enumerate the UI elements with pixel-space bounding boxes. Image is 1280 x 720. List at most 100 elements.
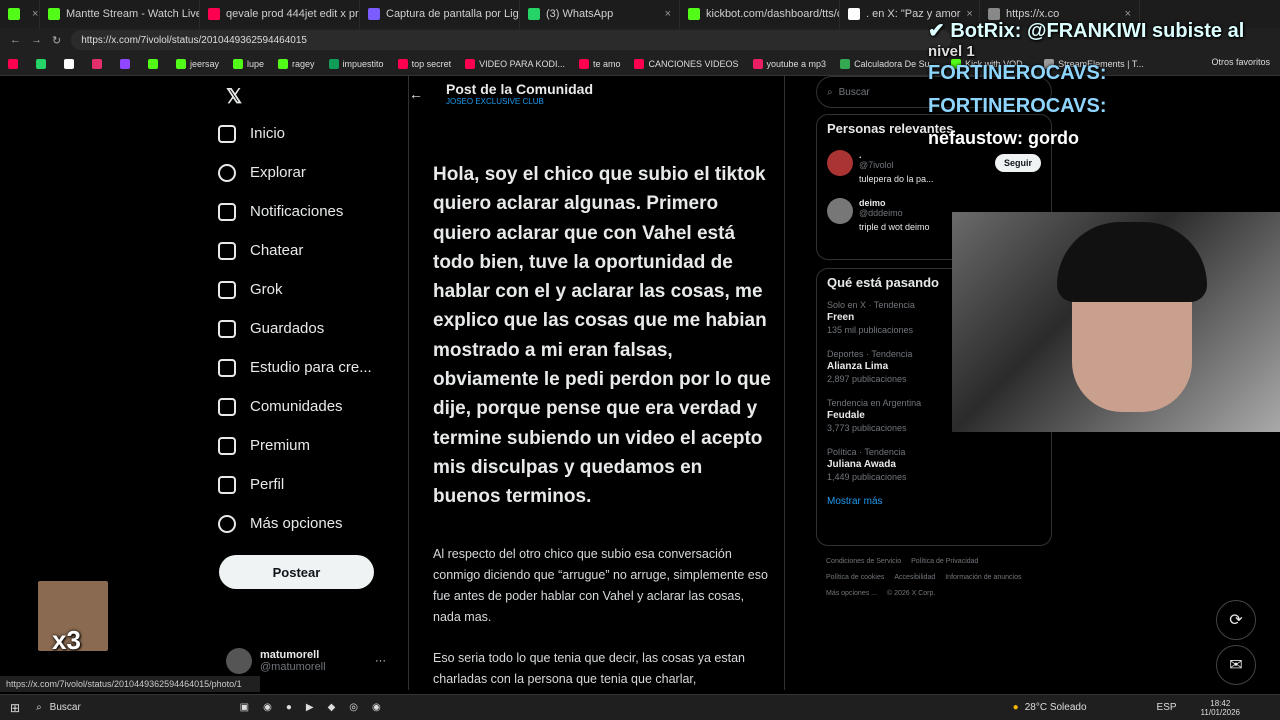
botrix-text: BotRix: @FRANKIWI subiste al: [950, 20, 1245, 42]
trend-item[interactable]: Política · Tendencia Juliana Awada 1,449 p…: [827, 447, 1041, 482]
browser-tab[interactable]: (3) WhatsApp ×: [520, 0, 680, 28]
nav-item[interactable]: Explorar: [218, 153, 398, 192]
footer-link[interactable]: Accesibilidad: [894, 570, 935, 586]
tab-favicon-icon: [848, 8, 860, 20]
x-logo-icon[interactable]: 𝕏: [226, 84, 242, 109]
bookmark-item[interactable]: CANCIONES VIDEOS: [634, 58, 739, 69]
bookmark-item[interactable]: jeersay: [176, 58, 219, 69]
nav-item[interactable]: Chatear: [218, 231, 398, 270]
grok-icon: [218, 280, 236, 299]
post-button[interactable]: Postear: [219, 555, 374, 589]
taskbar: ⊞ ⌕ Buscar ▣◉●▶◆◎◉ ● 28°C Soleado ESP 18…: [0, 694, 1280, 720]
nav-item[interactable]: Guardados: [218, 309, 398, 348]
taskbar-search[interactable]: Buscar: [50, 702, 190, 713]
nav-item[interactable]: Estudio para cre...: [218, 348, 398, 387]
clock-date: 11/01/2026: [1200, 707, 1240, 717]
bookmark-icon: [328, 58, 339, 69]
search-input[interactable]: Buscar: [839, 87, 870, 98]
url-field[interactable]: https://x.com/7ivolol/status/20104493625…: [71, 30, 952, 50]
weather-icon: ●: [1012, 702, 1019, 713]
meme-image: x3: [38, 581, 108, 655]
nav-item[interactable]: Inicio: [218, 114, 398, 153]
messages-fab-icon[interactable]: ✉: [1216, 645, 1256, 685]
bookmark-item[interactable]: ragey: [278, 58, 315, 69]
person-name: deimo: [859, 198, 886, 208]
account-switcher[interactable]: matumorell @matumorell ···: [226, 646, 386, 676]
taskbar-apps-icon[interactable]: ▣◉●▶◆◎◉: [240, 702, 395, 713]
nav-item[interactable]: Más opciones: [218, 504, 398, 543]
forward-icon[interactable]: →: [31, 34, 42, 46]
browser-tab[interactable]: Mantte Stream - Watch Live o×: [40, 0, 200, 28]
page-title: Post de la Comunidad: [446, 81, 594, 97]
show-more-link[interactable]: Mostrar más: [827, 496, 1041, 507]
back-arrow-icon[interactable]: ←: [409, 86, 423, 102]
post-column: ← Post de la Comunidad JOSEO EXCLUSIVE C…: [408, 76, 785, 690]
home-icon: [218, 124, 236, 143]
nav-item[interactable]: Notificaciones: [218, 192, 398, 231]
nav-item-label: Notificaciones: [250, 203, 344, 220]
bookmark-icon: [578, 58, 589, 69]
bookmark-icon: [176, 58, 186, 69]
bookmark-item[interactable]: youtube a mp3: [752, 58, 826, 69]
nav-item-label: Guardados: [250, 320, 325, 337]
footer-link[interactable]: Más opciones ...: [826, 586, 877, 602]
profile-name: matumorell: [260, 649, 320, 661]
bookmark-icon: [465, 58, 476, 69]
bookmark-item[interactable]: [148, 58, 162, 69]
clock[interactable]: 18:42 11/01/2026: [1201, 699, 1240, 717]
nav-item[interactable]: Grok: [218, 270, 398, 309]
bookmark-label: lupe: [247, 58, 265, 69]
grok-fab-icon[interactable]: ⟳: [1216, 600, 1256, 640]
bookmark-item[interactable]: Calculadora De Su...: [840, 58, 937, 69]
follow-button[interactable]: Seguir: [995, 154, 1042, 172]
notifications-icon: [218, 202, 236, 221]
tab-close-icon[interactable]: ×: [665, 8, 671, 20]
nav-item[interactable]: Comunidades: [218, 387, 398, 426]
reload-icon[interactable]: ↻: [52, 34, 61, 47]
bookmark-icon: [8, 58, 18, 69]
back-icon[interactable]: ←: [10, 34, 21, 46]
bookmark-item[interactable]: te amo: [578, 58, 620, 69]
tab-favicon-icon: [368, 8, 380, 20]
post-text-1: Al respecto del otro chico que subio esa…: [433, 547, 768, 624]
bookmark-icon: [120, 58, 130, 69]
browser-tab[interactable]: kickbot.com/dashboard/tts/comm×: [680, 0, 840, 28]
bookmark-icon: [36, 58, 46, 69]
bookmark-item[interactable]: [8, 58, 22, 69]
post-image-text[interactable]: Hola, soy el chico que subio el tiktok q…: [433, 160, 773, 512]
bookmark-item[interactable]: [36, 58, 50, 69]
nav-item-label: Chatear: [250, 242, 304, 259]
bookmark-item[interactable]: top secret: [397, 58, 451, 69]
footer-link[interactable]: Información de anuncios: [945, 570, 1021, 586]
footer-link: © 2026 X Corp.: [886, 590, 936, 597]
bookmark-item[interactable]: [64, 58, 78, 69]
footer-link[interactable]: Condiciones de Servicio: [826, 554, 901, 570]
person-bio: tulepera do la pa...: [859, 174, 934, 184]
footer-link[interactable]: Política de Privacidad: [911, 554, 978, 570]
bookmark-item[interactable]: lupe: [233, 58, 265, 69]
creator-studio-icon: [218, 358, 236, 377]
lang-indicator[interactable]: ESP: [1157, 702, 1177, 713]
browser-tab[interactable]: qevale prod 444jet edit x proteccio×: [200, 0, 360, 28]
weather-text[interactable]: 28°C Soleado: [1025, 702, 1087, 713]
bookmark-item[interactable]: impuestito: [328, 58, 384, 69]
bookmark-label: ragey: [292, 58, 315, 69]
browser-tab[interactable]: Captura de pantalla por Lightshot×: [360, 0, 520, 28]
windows-start-icon[interactable]: ⊞: [10, 701, 20, 715]
more-options-icon: [218, 514, 236, 533]
bookmark-item[interactable]: [120, 58, 134, 69]
footer-link[interactable]: Política de cookies: [826, 570, 884, 586]
bookmark-item[interactable]: VIDEO PARA KODI...: [465, 58, 565, 69]
bookmark-icon: [278, 58, 289, 69]
nav-item[interactable]: Perfil: [218, 465, 398, 504]
post-text-2: Eso seria todo lo que tenia que decir, l…: [433, 651, 745, 686]
browser-tab[interactable]: ×: [0, 0, 40, 28]
tab-title: Captura de pantalla por Lightshot: [386, 8, 519, 20]
person-card[interactable]: . @7ivolol tulepera do la pa... Seguir: [827, 150, 1042, 184]
more-icon[interactable]: ···: [375, 655, 386, 667]
nav-item[interactable]: Premium: [218, 426, 398, 465]
community-name[interactable]: JOSEO EXCLUSIVE CLUB: [446, 97, 593, 106]
tab-close-icon[interactable]: ×: [32, 8, 38, 20]
bookmark-icon: [397, 58, 408, 69]
bookmark-item[interactable]: [92, 58, 106, 69]
